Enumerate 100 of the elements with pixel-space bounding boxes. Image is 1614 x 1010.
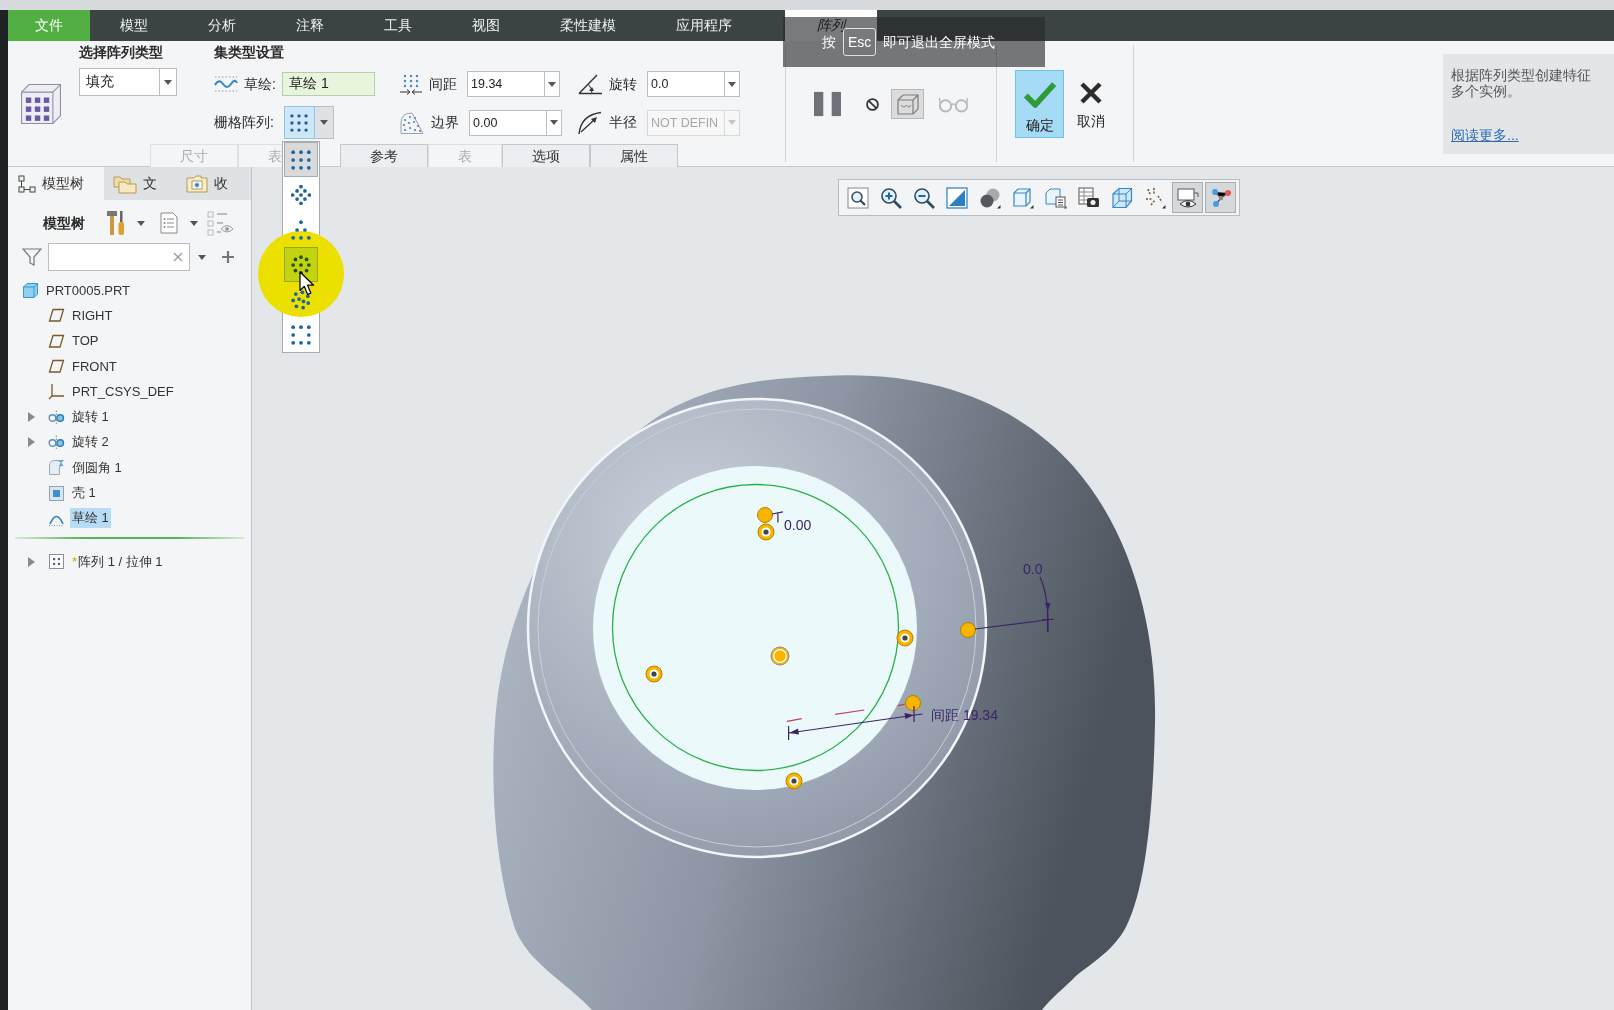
ribbon-tab[interactable]: 工具 (354, 10, 442, 41)
dropdown-button[interactable] (544, 71, 560, 97)
cancel-button[interactable]: 取消 (1070, 70, 1112, 138)
axes-icon (48, 383, 65, 401)
rounded-corner-icon (48, 459, 65, 477)
pattern-type-option[interactable] (284, 247, 318, 282)
panel-tab[interactable]: 收 (174, 167, 251, 200)
ribbon-tab[interactable]: 视图 (442, 10, 530, 41)
caret-down-icon (137, 220, 145, 226)
dot-triangle-icon (291, 219, 311, 240)
ribbon-tab[interactable]: 柔性建模 (530, 10, 646, 41)
rotation-field[interactable]: 0.0 (647, 71, 724, 97)
tree-item[interactable]: FRONT (70, 356, 119, 377)
ribbon-tab[interactable]: 分析 (178, 10, 266, 41)
field-label: 栅格阵列: (214, 113, 274, 132)
star-folder-icon (186, 174, 208, 193)
tree-item[interactable]: PRT0005.PRT (44, 280, 133, 301)
pattern-tile-icon (21, 84, 61, 124)
tree-item[interactable]: 壳 1 (70, 483, 98, 503)
framed-square-icon (48, 484, 65, 502)
tree-item[interactable]: 阵列 1 / 拉伸 1 (76, 551, 165, 572)
wireframe-cube-icon (1110, 186, 1133, 209)
pause-bars-icon (814, 91, 841, 117)
pause-button[interactable] (813, 89, 842, 119)
filter-icon[interactable] (22, 247, 42, 267)
glasses-icon (938, 95, 969, 113)
hint-text: 即可退出全屏模式 (883, 32, 996, 52)
datum-marks-icon (1143, 186, 1166, 209)
dropdown-button[interactable] (724, 71, 740, 97)
hammer-screwdriver-icon[interactable] (106, 210, 126, 236)
tree-item[interactable]: 草绘 1 (70, 508, 111, 529)
panel-tab[interactable]: 属性 (590, 144, 678, 167)
pattern-layout-button[interactable] (283, 106, 315, 139)
help-text: 多个实例。 (1451, 83, 1521, 99)
dimension-value[interactable]: 0.00 (784, 517, 812, 533)
parallelogram-icon (48, 332, 65, 350)
ok-button[interactable]: 确定 (1015, 70, 1064, 138)
cube-icon (22, 282, 39, 300)
caret-down-icon (190, 220, 198, 226)
checkmark-icon (1022, 81, 1057, 109)
panel-tab[interactable]: 文 (104, 167, 174, 200)
tree-item[interactable]: PRT_CSYS_DEF (70, 381, 176, 402)
spacing-field[interactable]: 19.34 (467, 71, 544, 97)
two-circles-icon (48, 408, 65, 426)
tree-item[interactable]: 旋转 1 (70, 407, 111, 428)
border-field[interactable]: 0.00 (469, 109, 546, 136)
tree-icon (18, 174, 36, 193)
zoom-in-icon (879, 186, 902, 209)
border-dots-icon (399, 110, 425, 135)
expand-arrow-icon[interactable] (28, 412, 35, 423)
spacing-dots-icon (399, 73, 423, 95)
ribbon-tab[interactable]: 模型 (90, 10, 178, 41)
table-camera-icon (1077, 186, 1100, 209)
tree-item[interactable]: 旋转 2 (70, 432, 111, 453)
tree-item[interactable]: RIGHT (70, 305, 115, 326)
ribbon-tab[interactable]: 注释 (266, 10, 354, 41)
expand-arrow-icon[interactable] (28, 556, 35, 567)
filter-field[interactable] (48, 243, 190, 271)
dotted-square-icon (48, 553, 65, 571)
mouse-pointer-icon (299, 271, 315, 296)
dot-square-outline-icon (291, 324, 311, 345)
read-more-link[interactable]: 阅读更多... (1451, 127, 1519, 143)
dot-grid-icon (291, 149, 311, 170)
list-document-icon[interactable] (160, 212, 178, 234)
parallelogram-icon (48, 307, 65, 325)
plus-icon[interactable] (222, 251, 234, 263)
tree-item[interactable]: 倒圆角 1 (70, 457, 124, 478)
x-icon (1079, 81, 1103, 105)
panel-title: 模型树 (43, 213, 85, 233)
circle-slash-icon (866, 96, 879, 112)
pattern-type-select[interactable]: 填充 (79, 68, 159, 96)
parallelogram-icon (48, 358, 65, 376)
annotation-display-button[interactable] (1172, 182, 1203, 213)
field-label: 边界 (431, 113, 460, 132)
caret-down-icon (550, 120, 558, 125)
dropdown-button[interactable] (159, 68, 177, 96)
field-label: 草绘: (244, 74, 277, 94)
key-cap: Esc (843, 28, 877, 56)
caret-down-icon (198, 254, 206, 260)
wave-icon (214, 75, 238, 93)
ribbon-tab[interactable]: 应用程序 (646, 10, 762, 41)
field-label: 间距 (429, 74, 458, 94)
caret-down-icon (728, 81, 736, 87)
field-label: 半径 (609, 113, 638, 132)
panel-tab[interactable]: 参考 (340, 144, 428, 167)
spin-center-button[interactable] (1205, 182, 1236, 213)
clear-icon[interactable] (173, 252, 183, 262)
expand-arrow-icon[interactable] (28, 437, 35, 448)
group-title: 集类型设置 (214, 43, 284, 61)
cube-icon (1011, 186, 1034, 209)
sketch-collector-field[interactable]: 草绘 1 (282, 72, 375, 96)
help-text: 根据阵列类型创建特征 (1451, 67, 1591, 83)
dropdown-button[interactable] (546, 109, 562, 136)
tree-item[interactable]: TOP (70, 331, 101, 352)
connected-nodes-icon (1209, 186, 1232, 209)
panel-tab[interactable]: 选项 (502, 144, 590, 167)
dot-grid-icon (290, 113, 309, 132)
angle-icon (577, 73, 603, 95)
spheres-icon (978, 186, 1001, 209)
dimension-line (771, 511, 784, 524)
